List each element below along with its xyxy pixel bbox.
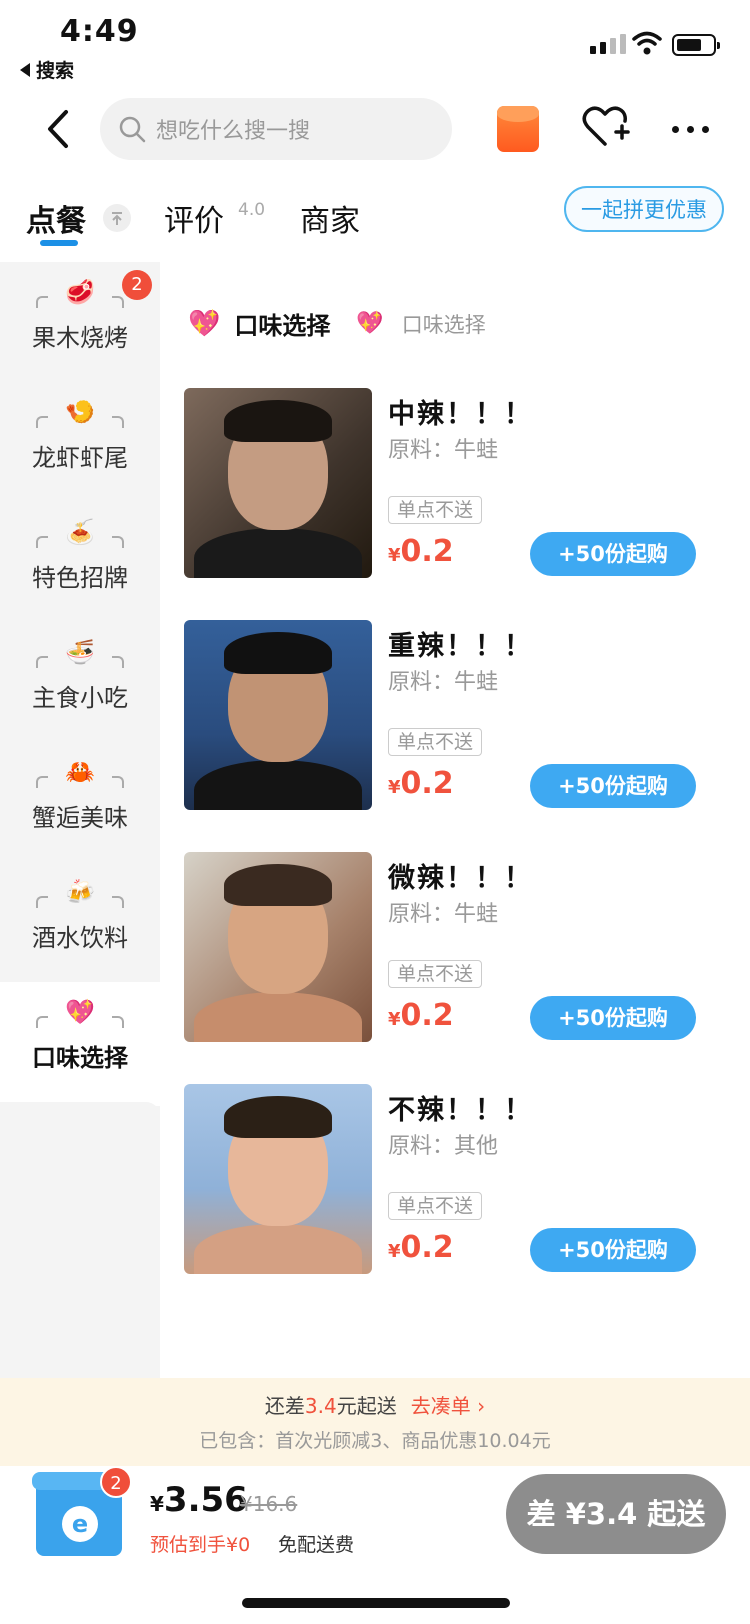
sidebar-item-signature[interactable]: 🍝 特色招牌 <box>0 502 160 626</box>
sidebar-filler <box>0 1102 160 1378</box>
back-app-label: 搜索 <box>36 60 75 82</box>
noodle-bowl-icon: 🍜 <box>65 638 95 666</box>
dish-ingredients: 原料：牛蛙 <box>388 670 499 695</box>
wifi-icon <box>632 31 662 55</box>
search-icon <box>119 116 146 143</box>
beer-icon: 🍻 <box>65 878 95 906</box>
more-options-icon[interactable] <box>672 126 709 133</box>
nav-bar: 想吃什么搜一搜 <box>0 92 750 168</box>
count-badge: 2 <box>122 270 152 300</box>
cart-count-badge: 2 <box>100 1466 132 1498</box>
crab-icon: 🦀 <box>65 758 95 786</box>
battery-icon <box>672 34 720 56</box>
add-favorite-icon[interactable] <box>580 102 630 152</box>
sidebar-item-label: 主食小吃 <box>32 684 128 712</box>
dish-photo[interactable] <box>184 852 372 1042</box>
status-time: 4:49 <box>60 14 139 49</box>
dish-name: 重辣！！！ <box>388 631 533 662</box>
sidebar-item-lobster[interactable]: 🍤 龙虾虾尾 <box>0 382 160 506</box>
min-order-notice: 还差3.4元起送 去凑单 › 已包含：首次光顾减3、商品优惠10.04元 <box>0 1378 750 1466</box>
sidebar-item-label: 酒水饮料 <box>32 924 128 952</box>
cart-total: ¥3.56 <box>150 1480 248 1520</box>
sparkling-heart-icon: 💖 <box>188 308 221 339</box>
free-delivery-label: 免配送费 <box>278 1534 355 1556</box>
checkout-button[interactable]: 差 ¥3.4 起送 <box>506 1474 726 1554</box>
original-price: ¥16.6 <box>240 1492 298 1516</box>
dish-ingredients: 原料：牛蛙 <box>388 902 499 927</box>
dish-photo[interactable] <box>184 388 372 578</box>
dish-tag: 单点不送 <box>388 728 483 756</box>
sidebar-item-label: 龙虾虾尾 <box>32 444 128 472</box>
menu-content: 💖 口味选择 💖 口味选择 中辣！！！ 原料：牛蛙 单点不送 ¥0.2 +50份… <box>160 262 750 1378</box>
menu-item[interactable]: 不辣！！！ 原料：其他 单点不送 ¥0.2 +50份起购 <box>184 1084 730 1274</box>
sidebar-item-label: 蟹逅美味 <box>32 804 128 832</box>
category-sidebar: 🥩 果木烧烤 2 🍤 龙虾虾尾 🍝 特色招牌 🍜 主食小吃 🦀 蟹逅美味 🍻 酒… <box>0 262 160 1378</box>
tab-order[interactable]: 点餐 <box>26 196 86 240</box>
sidebar-item-flavor[interactable]: 💖 口味选择 <box>0 982 160 1106</box>
sparkling-heart-icon: 💖 <box>65 998 95 1026</box>
tab-reviews[interactable]: 评价 <box>164 196 224 240</box>
dish-tag: 单点不送 <box>388 960 483 988</box>
discount-detail: 已包含：首次光顾减3、商品优惠10.04元 <box>199 1430 551 1452</box>
shrimp-icon: 🍤 <box>65 398 95 426</box>
section-title: 口味选择 <box>234 312 331 340</box>
home-indicator[interactable] <box>242 1598 510 1608</box>
min-order-text: 还差3.4元起送 去凑单 › <box>264 1394 486 1418</box>
rating-score: 4.0 <box>238 200 266 220</box>
dish-photo[interactable] <box>184 620 372 810</box>
search-placeholder: 想吃什么搜一搜 <box>156 119 311 144</box>
dish-name: 微辣！！！ <box>388 863 533 894</box>
dish-price: ¥0.2 <box>388 534 454 569</box>
menu-item[interactable]: 中辣！！！ 原料：牛蛙 单点不送 ¥0.2 +50份起购 <box>184 388 730 578</box>
add-to-cart-button[interactable]: +50份起购 <box>530 996 696 1040</box>
sidebar-item-label: 果木烧烤 <box>32 324 128 352</box>
estimated-price: 预估到手¥0 <box>150 1534 251 1556</box>
tab-bar: 点餐 评价 4.0 商家 一起拼更优惠 <box>0 186 750 256</box>
section-subtitle: 口味选择 <box>401 312 486 337</box>
add-more-link[interactable]: 去凑单 › <box>411 1394 485 1418</box>
dish-price: ¥0.2 <box>388 998 454 1033</box>
sidebar-item-staples[interactable]: 🍜 主食小吃 <box>0 622 160 746</box>
add-to-cart-button[interactable]: +50份起购 <box>530 1228 696 1272</box>
dish-ingredients: 原料：牛蛙 <box>388 438 499 463</box>
cart-bar: e 2 ¥3.56 ¥16.6 预估到手¥0 免配送费 差 ¥3.4 起送 <box>0 1466 750 1586</box>
back-to-app-link[interactable]: 搜索 <box>20 56 74 83</box>
group-buy-button[interactable]: 一起拼更优惠 <box>564 186 724 232</box>
dish-ingredients: 原料：其他 <box>388 1134 499 1159</box>
pasta-icon: 🍝 <box>65 518 95 546</box>
add-to-cart-button[interactable]: +50份起购 <box>530 764 696 808</box>
status-bar: 4:49 搜索 <box>0 0 750 88</box>
sidebar-item-crab[interactable]: 🦀 蟹逅美味 <box>0 742 160 866</box>
add-to-cart-button[interactable]: +50份起购 <box>530 532 696 576</box>
back-arrow-icon[interactable] <box>38 104 78 154</box>
dish-tag: 单点不送 <box>388 1192 483 1220</box>
tab-merchant[interactable]: 商家 <box>300 196 360 240</box>
sparkling-heart-icon: 💖 <box>356 311 384 336</box>
dish-name: 中辣！！！ <box>388 399 533 430</box>
dish-name: 不辣！！！ <box>388 1095 533 1126</box>
menu-item[interactable]: 重辣！！！ 原料：牛蛙 单点不送 ¥0.2 +50份起购 <box>184 620 730 810</box>
search-input[interactable]: 想吃什么搜一搜 <box>100 98 452 160</box>
sidebar-item-label: 特色招牌 <box>32 564 128 592</box>
red-packet-icon[interactable] <box>497 106 539 152</box>
cellular-signal-icon <box>590 34 626 54</box>
sort-top-icon[interactable] <box>103 204 131 232</box>
sidebar-item-drinks[interactable]: 🍻 酒水饮料 <box>0 862 160 986</box>
section-header: 💖 口味选择 💖 口味选择 <box>188 306 486 341</box>
dish-price: ¥0.2 <box>388 1230 454 1265</box>
back-triangle-icon <box>20 62 30 77</box>
sidebar-item-bbq[interactable]: 🥩 果木烧烤 2 <box>0 262 160 386</box>
sidebar-item-label: 口味选择 <box>32 1044 128 1072</box>
active-tab-indicator <box>40 240 78 246</box>
dish-price: ¥0.2 <box>388 766 454 801</box>
menu-item[interactable]: 微辣！！！ 原料：牛蛙 单点不送 ¥0.2 +50份起购 <box>184 852 730 1042</box>
dish-tag: 单点不送 <box>388 496 483 524</box>
dish-photo[interactable] <box>184 1084 372 1274</box>
